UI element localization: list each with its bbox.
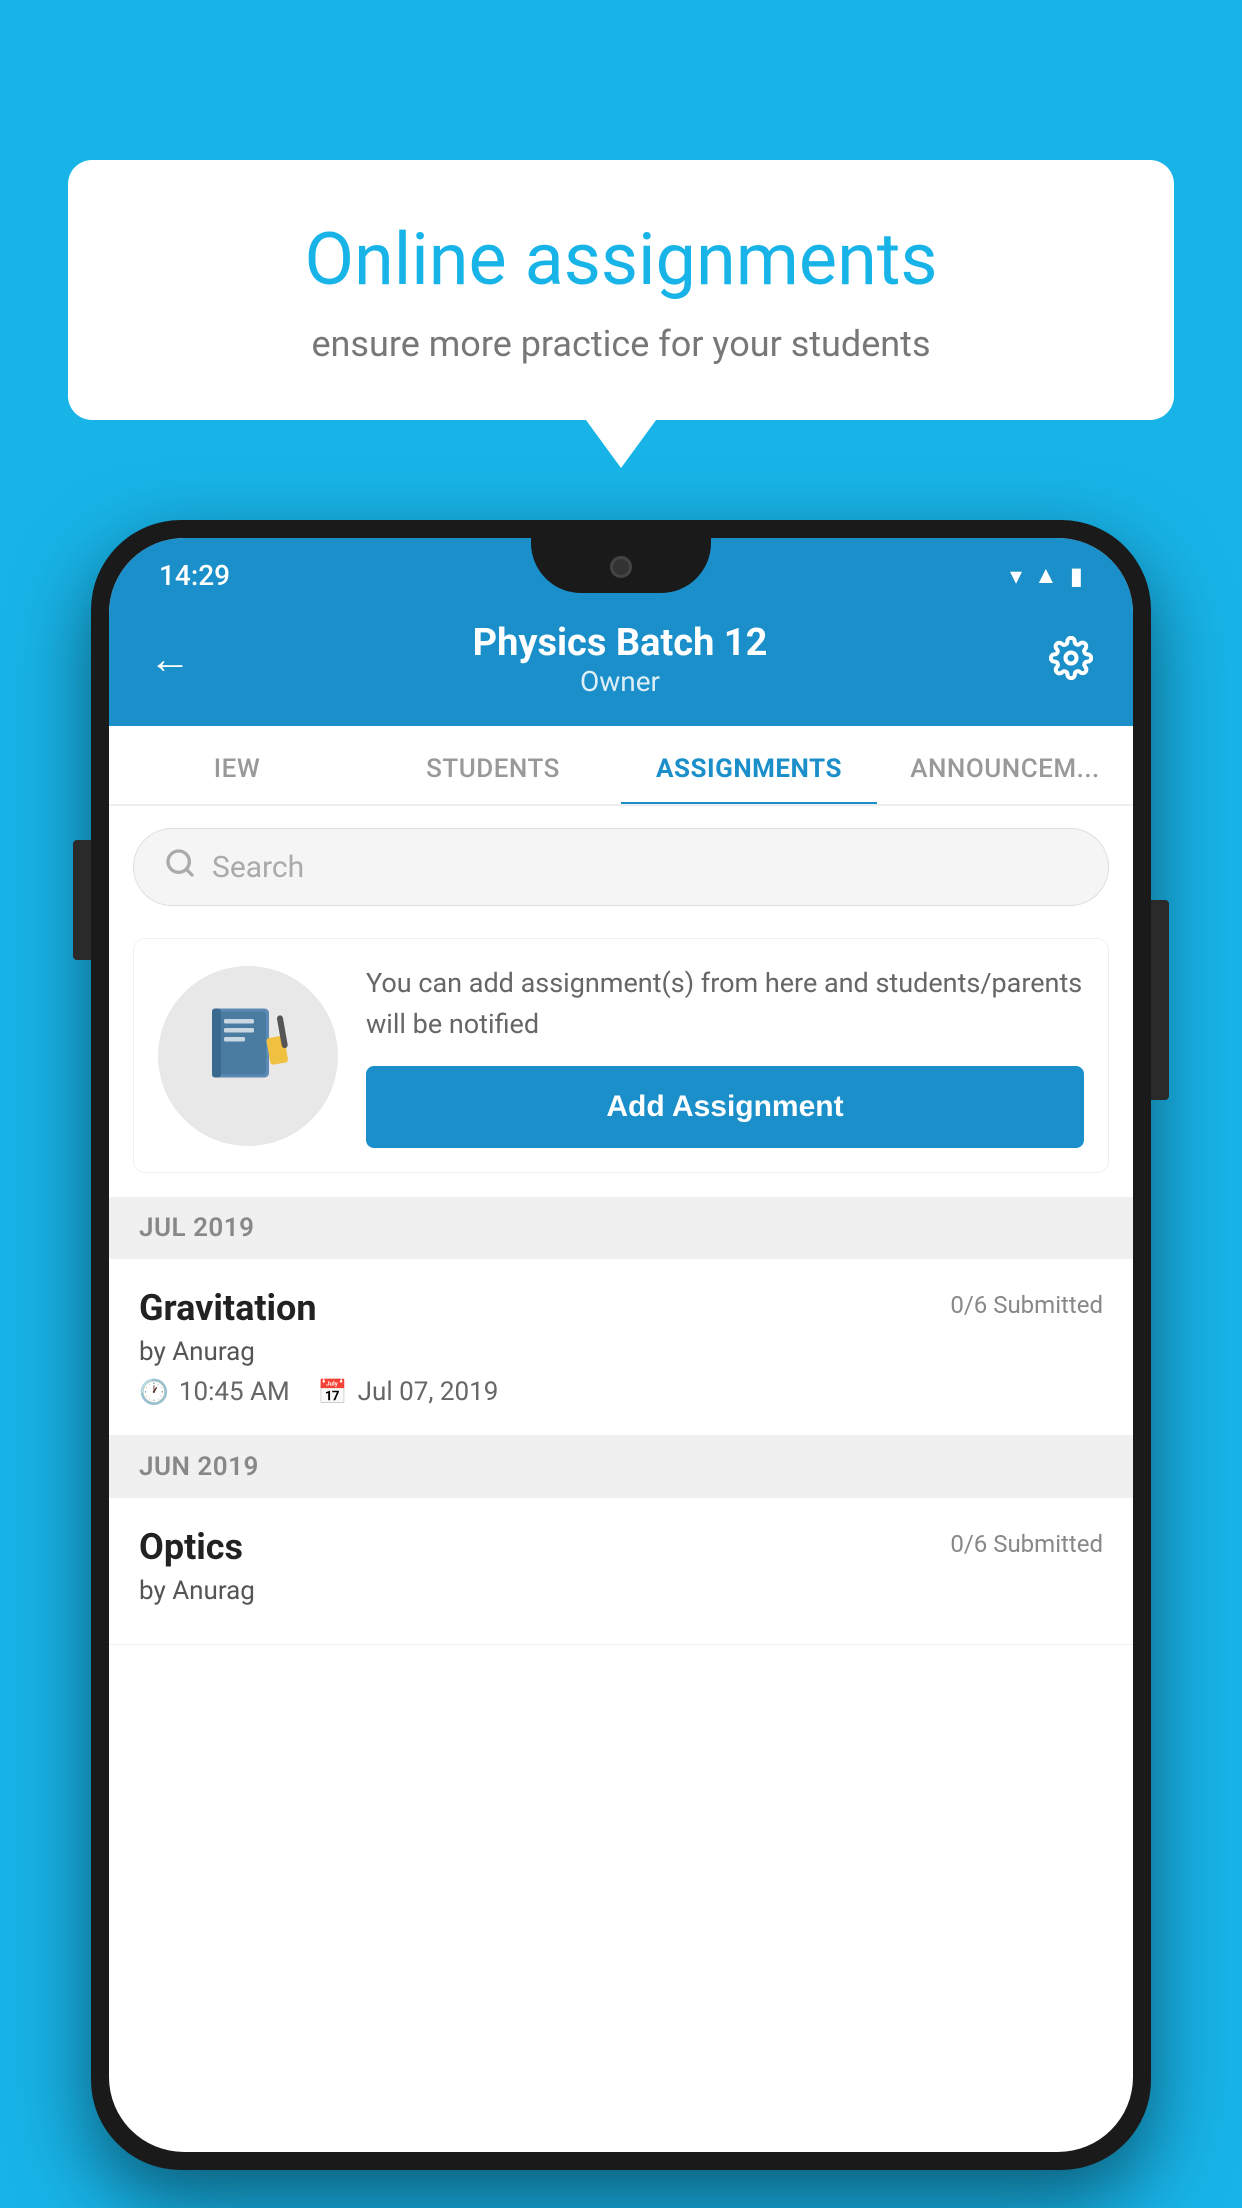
month-separator-jun: JUN 2019 (109, 1436, 1133, 1498)
phone-notch (531, 538, 711, 593)
promo-description: You can add assignment(s) from here and … (366, 963, 1084, 1044)
camera-icon (610, 556, 632, 578)
assignment-item-optics[interactable]: Optics 0/6 Submitted by Anurag (109, 1498, 1133, 1645)
assignment-submitted-optics: 0/6 Submitted (950, 1530, 1103, 1558)
promo-card: You can add assignment(s) from here and … (133, 938, 1109, 1173)
status-time: 14:29 (159, 559, 230, 592)
phone-mockup: 14:29 ▾ ▲ ▮ ← Physics Batch 12 Owner (91, 520, 1151, 2170)
assignment-book-icon (203, 1001, 293, 1111)
signal-icon: ▲ (1034, 561, 1058, 590)
bubble-title: Online assignments (128, 220, 1114, 299)
status-icons: ▾ ▲ ▮ (1010, 561, 1083, 590)
app-header: ← Physics Batch 12 Owner (109, 603, 1133, 726)
assignment-time: 🕐 10:45 AM (139, 1377, 290, 1407)
add-assignment-button[interactable]: Add Assignment (366, 1066, 1084, 1148)
assignment-top-row-optics: Optics 0/6 Submitted (139, 1526, 1103, 1568)
assignment-top-row: Gravitation 0/6 Submitted (139, 1287, 1103, 1329)
assignment-submitted: 0/6 Submitted (950, 1291, 1103, 1319)
search-icon (164, 847, 196, 887)
assignment-by-optics: by Anurag (139, 1576, 1103, 1606)
clock-icon: 🕐 (139, 1378, 169, 1406)
speech-bubble-container: Online assignments ensure more practice … (68, 160, 1174, 420)
search-bar[interactable]: Search (133, 828, 1109, 906)
phone-outer: 14:29 ▾ ▲ ▮ ← Physics Batch 12 Owner (91, 520, 1151, 2170)
promo-icon-wrap (158, 966, 338, 1146)
tab-announcements[interactable]: ANNOUNCEM... (877, 726, 1133, 804)
header-subtitle: Owner (191, 665, 1049, 698)
assignment-meta: 🕐 10:45 AM 📅 Jul 07, 2019 (139, 1377, 1103, 1407)
assignment-name: Gravitation (139, 1287, 317, 1329)
header-title: Physics Batch 12 (191, 621, 1049, 665)
header-center: Physics Batch 12 Owner (191, 621, 1049, 698)
promo-text-area: You can add assignment(s) from here and … (366, 963, 1084, 1148)
phone-screen: 14:29 ▾ ▲ ▮ ← Physics Batch 12 Owner (109, 538, 1133, 2152)
assignment-name-optics: Optics (139, 1526, 243, 1568)
wifi-icon: ▾ (1010, 562, 1022, 590)
battery-icon: ▮ (1070, 562, 1083, 590)
search-container: Search (109, 806, 1133, 928)
tab-iew[interactable]: IEW (109, 726, 365, 804)
screen-content: ← Physics Batch 12 Owner (109, 603, 1133, 2152)
tab-bar: IEW STUDENTS ASSIGNMENTS ANNOUNCEM... (109, 726, 1133, 806)
speech-bubble: Online assignments ensure more practice … (68, 160, 1174, 420)
back-button[interactable]: ← (149, 639, 191, 681)
month-separator-jul: JUL 2019 (109, 1197, 1133, 1259)
settings-button[interactable] (1049, 636, 1093, 684)
tab-students[interactable]: STUDENTS (365, 726, 621, 804)
tab-assignments[interactable]: ASSIGNMENTS (621, 726, 877, 804)
bubble-subtitle: ensure more practice for your students (128, 323, 1114, 365)
calendar-icon: 📅 (318, 1378, 348, 1406)
assignment-item-gravitation[interactable]: Gravitation 0/6 Submitted by Anurag 🕐 10… (109, 1259, 1133, 1436)
assignment-date: 📅 Jul 07, 2019 (318, 1377, 499, 1407)
search-placeholder: Search (212, 850, 304, 885)
assignment-by: by Anurag (139, 1337, 1103, 1367)
